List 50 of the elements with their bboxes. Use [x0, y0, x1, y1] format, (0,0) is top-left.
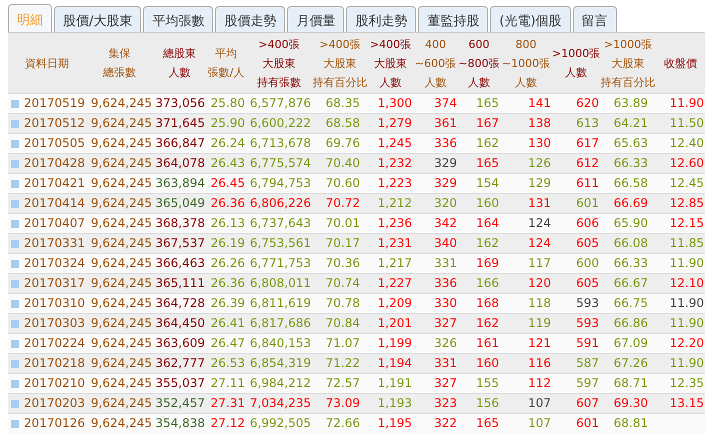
column-header: >400張 大股東 持有百分比	[312, 36, 368, 90]
square-icon	[11, 420, 19, 428]
tab[interactable]: (光電)個股	[490, 6, 571, 32]
square-icon	[11, 240, 19, 248]
table-cell: 27.12	[206, 414, 246, 433]
table-cell: 68.81	[600, 414, 656, 433]
table-cell: 6,992,505	[246, 414, 312, 433]
table-cell: 354,838	[153, 414, 206, 433]
table-cell: 1,195	[368, 414, 413, 433]
square-icon	[11, 280, 19, 288]
square-icon	[11, 320, 19, 328]
tab[interactable]: 留言	[572, 6, 617, 32]
tab[interactable]: 股價/大股東	[54, 6, 142, 32]
column-header: >1000張 人數	[552, 46, 600, 81]
square-icon	[11, 120, 19, 128]
square-icon	[11, 400, 19, 408]
square-icon	[11, 200, 19, 208]
column-header: 600 ~800張 人數	[458, 36, 500, 90]
table-cell: 20170126	[22, 414, 86, 433]
column-header: 資料日期	[25, 56, 69, 72]
tab[interactable]: 月價量	[287, 6, 344, 32]
tab[interactable]: 董監持股	[418, 6, 488, 32]
square-icon	[11, 300, 19, 308]
square-icon	[11, 260, 19, 268]
column-header: 集保 總張數	[103, 46, 136, 81]
column-header: 800 ~1000張 人數	[502, 36, 550, 90]
table-cell: 322	[413, 414, 458, 433]
square-icon	[11, 340, 19, 348]
column-header: >400張 大股東 持有張數	[257, 36, 301, 90]
table-cell: 165	[458, 414, 500, 433]
square-icon	[11, 160, 19, 168]
column-header: 收盤價	[664, 56, 697, 72]
square-icon	[11, 360, 19, 368]
column-header: 400 ~600張 人數	[414, 36, 456, 90]
table-cell: 9,624,245	[86, 414, 153, 433]
table-cell: 601	[552, 414, 600, 433]
square-icon	[11, 380, 19, 388]
tab[interactable]: 平均張數	[143, 6, 214, 32]
column-header: >400張 大股東 人數	[370, 36, 412, 90]
square-icon	[11, 180, 19, 188]
column-header: 總股東 人數	[163, 46, 196, 81]
table-cell: 107	[500, 414, 552, 433]
table-cell: 72.66	[312, 414, 368, 433]
column-header: >1000張 大股東 持有百分比	[600, 36, 656, 90]
square-icon	[11, 100, 19, 108]
tab[interactable]: 股價走勢	[215, 6, 286, 32]
square-icon	[11, 220, 19, 228]
column-header: 平均 張數/人	[208, 46, 244, 81]
tab[interactable]: 股利走勢	[346, 6, 416, 32]
square-icon	[11, 140, 19, 148]
